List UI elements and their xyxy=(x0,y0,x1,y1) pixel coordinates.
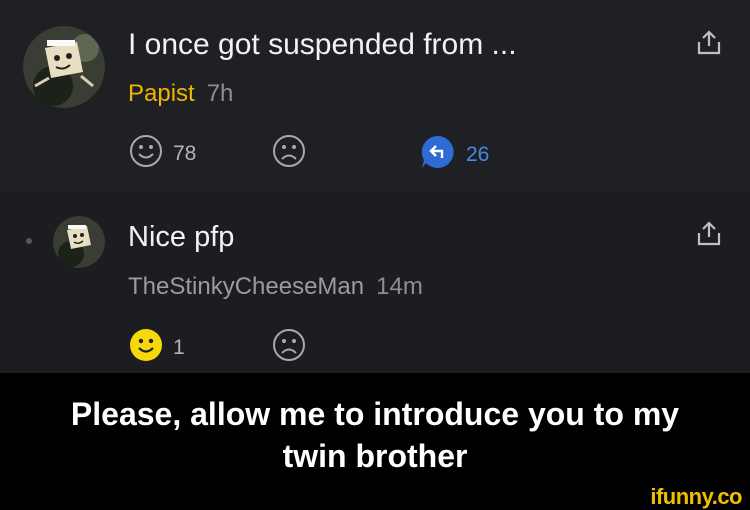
smile-icon xyxy=(129,134,163,173)
reply-card: Nice pfp TheStinkyCheeseMan 14m 1 xyxy=(0,192,750,373)
reply-count: 26 xyxy=(466,142,490,166)
frown-icon xyxy=(272,328,306,367)
smile-reaction-button[interactable]: 1 xyxy=(129,328,185,367)
meme-caption: Please, allow me to introduce you to my … xyxy=(0,373,750,490)
share-icon[interactable] xyxy=(694,28,724,63)
timestamp: 7h xyxy=(206,80,234,107)
smile-icon xyxy=(129,328,163,367)
thread-dot xyxy=(26,238,32,244)
reply-icon xyxy=(420,134,456,175)
caption-line: Please, allow me to introduce you to my xyxy=(70,396,680,432)
watermark-bar xyxy=(0,490,750,510)
avatar[interactable] xyxy=(23,26,105,108)
caption-line: twin brother xyxy=(282,438,468,474)
smile-count: 78 xyxy=(173,141,197,165)
smile-reaction-button[interactable]: 78 xyxy=(129,134,196,173)
username[interactable]: TheStinkyCheeseMan xyxy=(128,273,364,300)
unsmile-reaction-button[interactable] xyxy=(272,134,306,173)
smile-count: 1 xyxy=(173,335,185,359)
comment-meta: Papist 7h xyxy=(128,80,233,108)
frown-icon xyxy=(272,134,306,173)
reply-button[interactable]: 26 xyxy=(420,134,489,175)
share-icon[interactable] xyxy=(694,219,724,254)
watermark-logo: ifunny.co xyxy=(650,484,742,509)
avatar[interactable] xyxy=(53,216,105,268)
comment-card: I once got suspended from ... Papist 7h 7… xyxy=(0,0,750,192)
timestamp: 14m xyxy=(376,273,423,300)
username[interactable]: Papist xyxy=(128,80,195,107)
comment-meta: TheStinkyCheeseMan 14m xyxy=(128,273,423,301)
unsmile-reaction-button[interactable] xyxy=(272,328,306,367)
comment-text: Nice pfp xyxy=(128,221,235,253)
comment-text: I once got suspended from ... xyxy=(128,28,517,61)
